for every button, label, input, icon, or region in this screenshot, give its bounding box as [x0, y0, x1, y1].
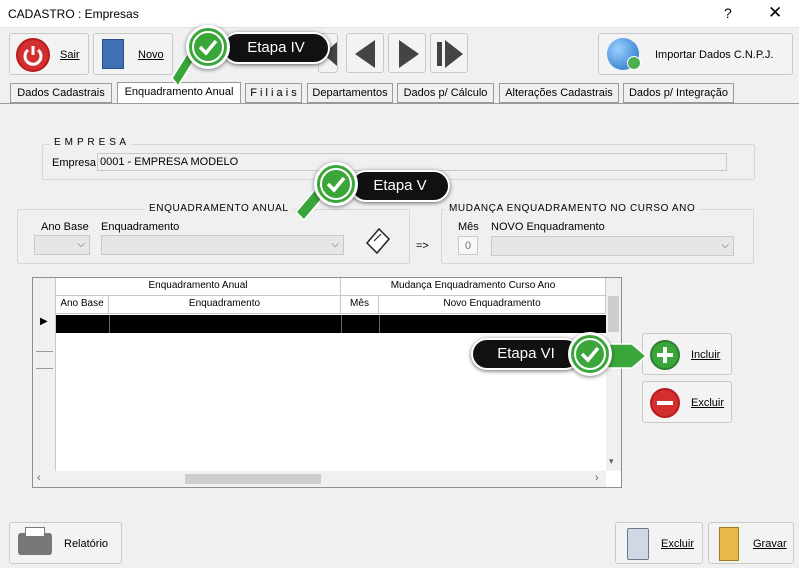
excluir-row-label: Excluir: [691, 397, 725, 409]
novo-enquadramento-label: NOVO Enquadramento: [491, 221, 605, 233]
column-header-novo-enquadramento[interactable]: Novo Enquadramento: [379, 296, 606, 314]
last-record-button[interactable]: [430, 33, 468, 73]
enquadramento-grid[interactable]: ▶ Enquadramento Anual Mudança Enquadrame…: [32, 277, 622, 488]
relatorio-button[interactable]: Relatório: [9, 522, 122, 564]
empresa-field: 0001 - EMPRESA MODELO: [97, 153, 727, 171]
arrow-label: =>: [416, 240, 429, 252]
check-icon: [314, 162, 358, 206]
grid-group-header: Mudança Enquadramento Curso Ano: [341, 278, 606, 296]
add-icon: [650, 340, 680, 370]
excluir-button[interactable]: Excluir: [615, 522, 703, 564]
edit-note-button[interactable]: [361, 225, 391, 255]
tab-dados-integracao[interactable]: Dados p/ Integração: [623, 83, 734, 103]
tab-departamentos[interactable]: Departamentos: [307, 83, 393, 103]
mes-label: Mês: [458, 221, 479, 233]
save-folder-icon: [719, 527, 739, 561]
chevron-down-icon: ⌵: [77, 239, 85, 250]
importar-cnpj-button[interactable]: Importar Dados C.N.P.J.: [598, 33, 793, 75]
excluir-label: Excluir: [661, 538, 695, 550]
table-row[interactable]: [56, 315, 606, 333]
current-row-icon: ▶: [40, 316, 48, 327]
notepad-icon: [365, 227, 391, 255]
enquadramento-label: Enquadramento: [101, 221, 180, 233]
tab-dados-calculo[interactable]: Dados p/ Cálculo: [397, 83, 494, 103]
title-bar: CADASTRO : Empresas ? ✕: [0, 0, 799, 28]
sair-label: Sair: [60, 49, 80, 61]
mes-field[interactable]: 0: [458, 236, 478, 255]
download-icon: [627, 56, 641, 70]
next-record-button[interactable]: [388, 33, 426, 73]
power-icon: [16, 38, 50, 72]
tab-filiais[interactable]: F i l i a i s: [245, 83, 302, 103]
ano-base-label: Ano Base: [41, 221, 89, 233]
check-icon: [186, 25, 230, 69]
empresa-value: 0001 - EMPRESA MODELO: [100, 156, 239, 168]
row-separator: [36, 368, 53, 369]
scroll-left-icon[interactable]: ‹: [37, 472, 41, 484]
new-document-icon: [102, 39, 124, 69]
previous-record-button[interactable]: [346, 33, 384, 73]
gravar-button[interactable]: Gravar: [708, 522, 794, 564]
printer-icon: [18, 527, 52, 555]
last-icon: [437, 40, 463, 68]
novo-button[interactable]: Novo: [93, 33, 173, 75]
callout-etapa-iv: Etapa IV: [222, 32, 330, 64]
previous-icon: [355, 40, 375, 68]
mes-value: 0: [465, 240, 472, 252]
mudanca-title: MUDANÇA ENQUADRAMENTO NO CURSO ANO: [445, 203, 700, 214]
relatorio-label: Relatório: [64, 538, 109, 550]
callout-etapa-v: Etapa V: [350, 170, 450, 202]
column-header-mes[interactable]: Mês: [341, 296, 379, 314]
scroll-right-icon[interactable]: ›: [595, 472, 599, 484]
help-button[interactable]: ?: [724, 5, 732, 21]
scroll-down-icon[interactable]: ▾: [609, 456, 614, 467]
row-indicator-column: ▶: [33, 278, 56, 471]
column-header-enquadramento[interactable]: Enquadramento: [109, 296, 341, 314]
incluir-button[interactable]: Incluir: [642, 333, 732, 375]
row-separator: [36, 351, 53, 352]
vertical-scroll-thumb[interactable]: [608, 296, 619, 332]
trash-icon: [627, 528, 649, 560]
horizontal-scroll-thumb[interactable]: [185, 474, 321, 484]
remove-icon: [650, 388, 680, 418]
printer-paper-icon: [25, 527, 45, 537]
grid-group-header: Enquadramento Anual: [56, 278, 341, 296]
check-icon: [568, 332, 612, 376]
chevron-down-icon: ⌵: [331, 239, 339, 250]
empresa-label: Empresa: [52, 157, 97, 169]
importar-label: Importar Dados C.N.P.J.: [655, 49, 774, 61]
tab-alteracoes-cadastrais[interactable]: Alterações Cadastrais: [499, 83, 619, 103]
cell-divider: [341, 315, 342, 333]
horizontal-scrollbar[interactable]: ‹ ›: [33, 471, 606, 487]
window-title: CADASTRO : Empresas: [8, 7, 139, 21]
novo-label: Novo: [138, 49, 164, 61]
sair-button[interactable]: Sair: [9, 33, 89, 75]
cell-divider: [379, 315, 380, 333]
ano-base-select[interactable]: ⌵: [34, 235, 90, 255]
gravar-label: Gravar: [753, 538, 787, 550]
tab-divider: [0, 103, 799, 104]
close-button[interactable]: ✕: [768, 3, 782, 23]
chevron-down-icon: ⌵: [721, 240, 729, 251]
excluir-row-button[interactable]: Excluir: [642, 381, 732, 423]
empresa-group-title: E M P R E S A: [50, 137, 131, 148]
vertical-scrollbar[interactable]: ▾: [606, 278, 621, 471]
incluir-label: Incluir: [691, 349, 721, 361]
callout-etapa-vi: Etapa VI: [471, 338, 581, 370]
novo-enquadramento-select[interactable]: ⌵: [491, 236, 734, 256]
tab-dados-cadastrais[interactable]: Dados Cadastrais: [10, 83, 112, 103]
column-header-ano-base[interactable]: Ano Base: [56, 296, 109, 314]
enquadramento-anual-title: ENQUADRAMENTO ANUAL: [145, 203, 293, 214]
cell-divider: [109, 315, 110, 333]
enquadramento-select[interactable]: ⌵: [101, 235, 344, 255]
next-icon: [399, 40, 419, 68]
